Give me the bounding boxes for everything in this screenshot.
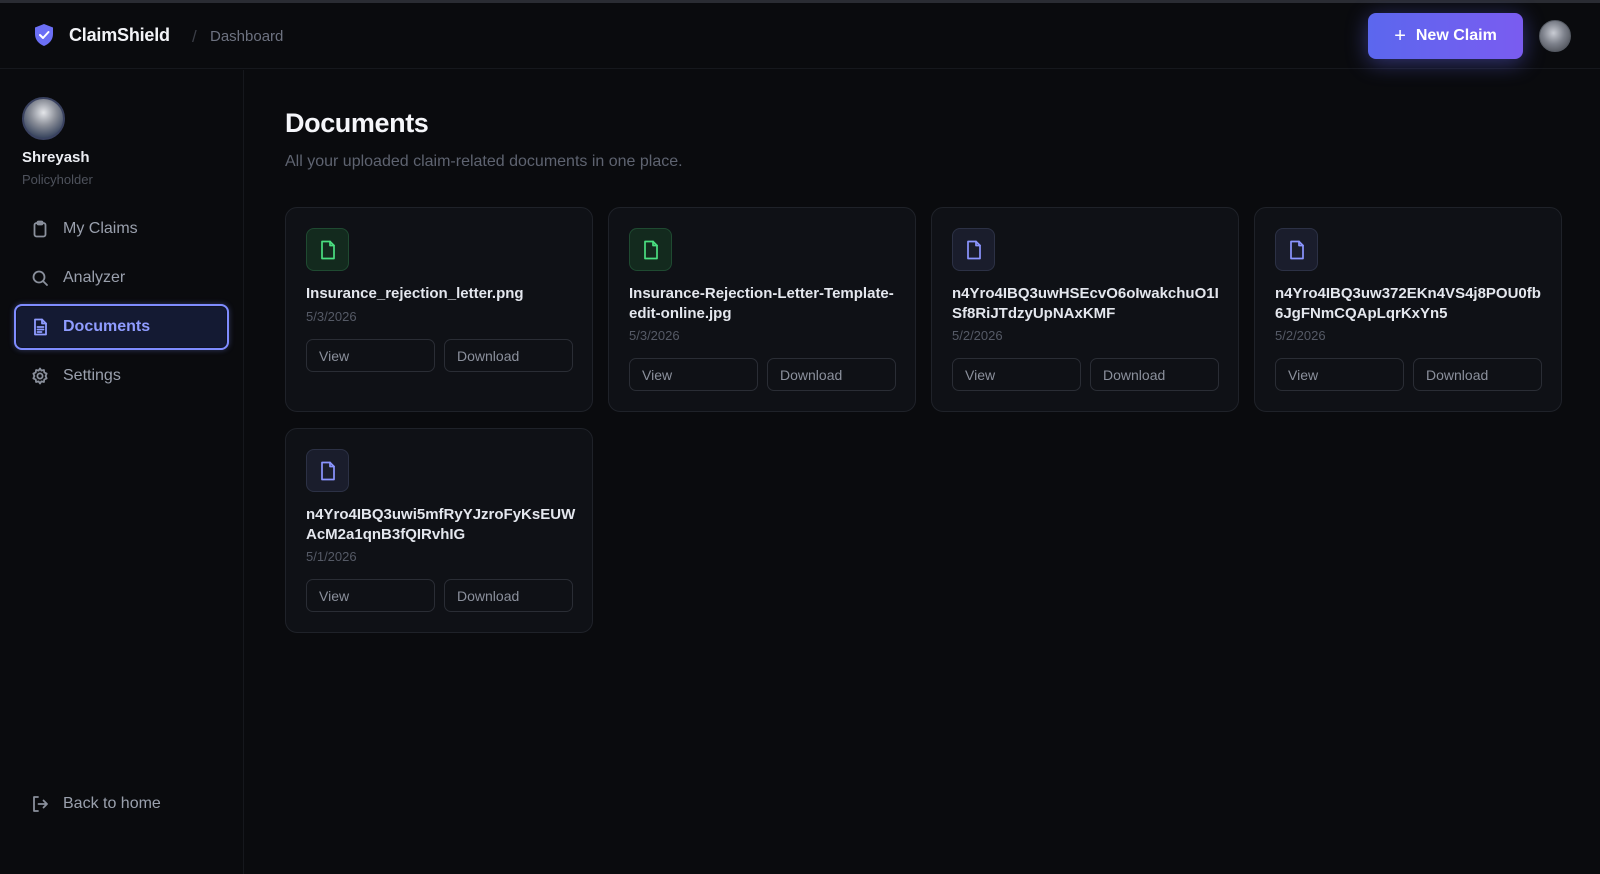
document-name: Insurance_rejection_letter.png — [306, 285, 524, 302]
view-button[interactable]: View — [306, 579, 435, 612]
document-card: Insurance_rejection_letter.png 5/3/2026 … — [285, 207, 593, 412]
document-card: Insurance-Rejection-Letter-Template-edit… — [608, 207, 916, 412]
document-date: 5/1/2026 — [306, 549, 357, 564]
page-title: Documents — [285, 108, 429, 138]
download-button[interactable]: Download — [767, 358, 896, 391]
gear-icon — [32, 367, 48, 385]
document-date: 5/3/2026 — [629, 328, 680, 343]
download-button[interactable]: Download — [444, 339, 573, 372]
search-icon — [32, 270, 48, 286]
header-avatar[interactable] — [1539, 20, 1571, 52]
main-content: Documents All your uploaded claim-relate… — [244, 70, 1600, 874]
file-icon-wrapper — [952, 228, 995, 271]
new-claim-label: New Claim — [1415, 27, 1497, 44]
shield-check-icon — [35, 24, 53, 46]
document-name: n4Yro4IBQ3uwHSEcvO6oIwakchuO1ISf8RiJTdzy… — [952, 285, 1219, 322]
document-date: 5/3/2026 — [306, 309, 357, 324]
breadcrumb-dashboard[interactable]: Dashboard — [210, 28, 283, 45]
breadcrumb-separator: / — [192, 27, 197, 46]
document-date: 5/2/2026 — [1275, 328, 1326, 343]
document-card: n4Yro4IBQ3uwi5mfRyYJzroFyKsEUWAcM2a1qnB3… — [285, 428, 593, 633]
document-card: n4Yro4IBQ3uwHSEcvO6oIwakchuO1ISf8RiJTdzy… — [931, 207, 1239, 412]
back-to-home-label: Back to home — [63, 795, 161, 812]
top-header: ClaimShield / Dashboard + New Claim — [0, 3, 1600, 69]
view-button[interactable]: View — [629, 358, 758, 391]
sidebar-item-label: Documents — [63, 318, 151, 335]
document-icon — [34, 318, 47, 336]
document-name: Insurance-Rejection-Letter-Template-edit… — [629, 285, 894, 322]
file-icon — [320, 240, 335, 259]
view-button[interactable]: View — [1275, 358, 1404, 391]
document-date: 5/2/2026 — [952, 328, 1003, 343]
brand-logo[interactable]: ClaimShield — [33, 23, 170, 47]
file-icon — [643, 240, 658, 259]
sidebar: Shreyash Policyholder My Claims Analyzer… — [0, 70, 244, 874]
download-button[interactable]: Download — [1413, 358, 1542, 391]
sidebar-item-documents[interactable]: Documents — [14, 304, 229, 350]
file-icon-wrapper — [306, 228, 349, 271]
new-claim-button[interactable]: + New Claim — [1368, 13, 1523, 59]
back-to-home-link[interactable]: Back to home — [14, 781, 229, 827]
file-icon-wrapper — [306, 449, 349, 492]
view-button[interactable]: View — [952, 358, 1081, 391]
file-icon — [320, 461, 335, 480]
sidebar-item-label: Settings — [63, 367, 121, 384]
sidebar-item-analyzer[interactable]: Analyzer — [14, 255, 229, 301]
user-avatar — [22, 97, 65, 140]
file-icon — [966, 240, 981, 259]
file-icon — [1289, 240, 1304, 259]
user-role: Policyholder — [22, 172, 93, 187]
download-button[interactable]: Download — [1090, 358, 1219, 391]
user-name: Shreyash — [22, 149, 90, 166]
download-button[interactable]: Download — [444, 579, 573, 612]
clipboard-icon — [33, 220, 47, 238]
page-subtitle: All your uploaded claim-related document… — [285, 153, 683, 170]
sidebar-item-label: My Claims — [63, 220, 138, 237]
sidebar-item-label: Analyzer — [63, 269, 126, 286]
file-icon-wrapper — [629, 228, 672, 271]
plus-icon: + — [1394, 25, 1406, 47]
document-card: n4Yro4IBQ3uw372EKn4VS4j8POU0fb6JgFNmCQAp… — [1254, 207, 1562, 412]
document-name: n4Yro4IBQ3uwi5mfRyYJzroFyKsEUWAcM2a1qnB3… — [306, 506, 576, 543]
brand-name: ClaimShield — [69, 24, 170, 45]
file-icon-wrapper — [1275, 228, 1318, 271]
logout-icon — [33, 796, 48, 812]
view-button[interactable]: View — [306, 339, 435, 372]
sidebar-item-my-claims[interactable]: My Claims — [14, 206, 229, 252]
document-name: n4Yro4IBQ3uw372EKn4VS4j8POU0fb6JgFNmCQAp… — [1275, 285, 1541, 322]
sidebar-item-settings[interactable]: Settings — [14, 353, 229, 399]
